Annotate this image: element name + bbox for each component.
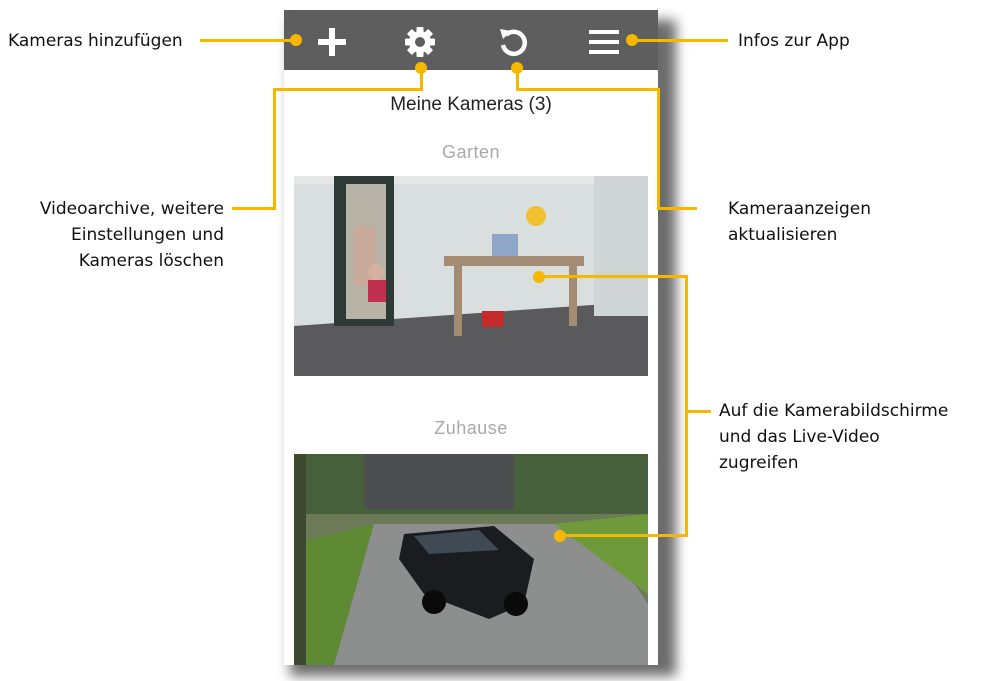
annotation-settings: Videoarchive, weitere Einstellungen und … xyxy=(18,196,224,274)
refresh-icon xyxy=(500,29,528,56)
refresh-callout-line-v2 xyxy=(657,88,660,210)
live-callout-line-v xyxy=(685,275,688,537)
phone-screen: Meine Kameras (3) Garten Zuhause xyxy=(284,10,658,665)
annotation-refresh: Kameraanzeigen aktualisieren xyxy=(728,196,871,248)
add-camera-button[interactable] xyxy=(308,18,356,66)
live-callout-line-h3 xyxy=(685,410,711,413)
annotation-refresh-line-2: aktualisieren xyxy=(728,225,838,245)
page-title: Meine Kameras (3) xyxy=(390,94,552,115)
settings-callout-line-v1 xyxy=(420,66,423,90)
settings-button[interactable] xyxy=(396,18,444,66)
camera-title-zuhause: Zuhause xyxy=(434,418,508,438)
refresh-callout-line-v1 xyxy=(516,66,519,90)
menu-button[interactable] xyxy=(580,18,628,66)
camera-image-zuhause xyxy=(294,454,648,665)
annotation-settings-line-3: Kameras löschen xyxy=(78,251,224,271)
live-callout-line-h2 xyxy=(559,534,688,537)
refresh-callout-line-h2 xyxy=(657,207,697,210)
annotation-settings-line-2: Einstellungen und xyxy=(71,225,224,245)
app-info-callout-dot xyxy=(626,34,638,46)
annotation-app-info: Infos zur App xyxy=(738,31,850,51)
camera-feed-zuhause[interactable] xyxy=(294,454,648,665)
app-info-callout-line xyxy=(632,39,728,42)
add-cameras-callout-line xyxy=(200,39,296,42)
settings-callout-line-h2 xyxy=(232,207,276,210)
annotation-live-line-1: Auf die Kamerabildschirme xyxy=(719,401,949,421)
refresh-callout-line-h1 xyxy=(516,88,660,91)
annotation-add-cameras: Kameras hinzufügen xyxy=(8,31,183,51)
annotation-live-line-2: und das Live-Video xyxy=(719,427,880,447)
settings-callout-line-v2 xyxy=(273,88,276,210)
settings-callout-line-h1 xyxy=(273,88,423,91)
annotation-refresh-line-1: Kameraanzeigen xyxy=(728,199,872,219)
camera-title-garten: Garten xyxy=(441,142,501,162)
annotation-live-line-3: zugreifen xyxy=(719,453,799,473)
annotation-live-video: Auf die Kamerabildschirme und das Live-V… xyxy=(719,398,948,476)
gear-icon xyxy=(405,27,435,57)
refresh-button[interactable] xyxy=(489,18,537,66)
annotation-settings-line-1: Videoarchive, weitere xyxy=(39,199,224,219)
hamburger-menu-icon xyxy=(589,30,619,54)
live-callout-line-h1 xyxy=(538,275,688,278)
toolbar xyxy=(284,10,658,70)
add-cameras-callout-dot xyxy=(290,34,302,46)
plus-icon xyxy=(318,28,346,56)
